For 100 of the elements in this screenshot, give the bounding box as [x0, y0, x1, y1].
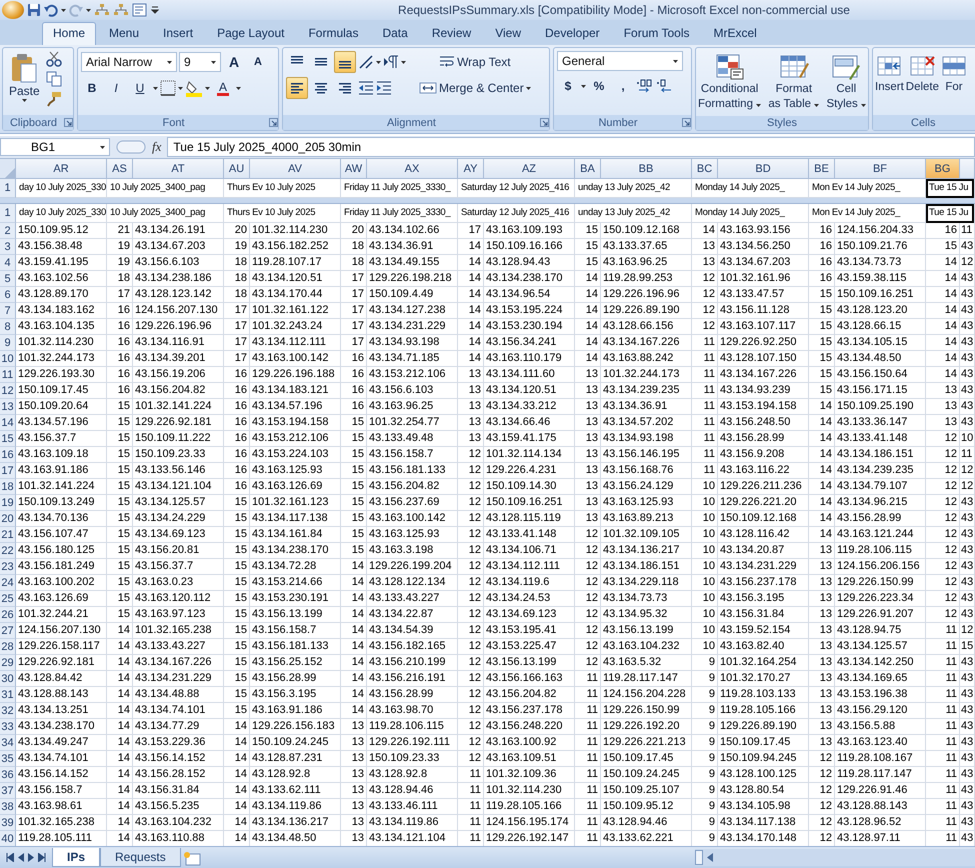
column-header[interactable]: BA: [575, 159, 601, 179]
text-direction-icon[interactable]: [383, 54, 399, 70]
row-header[interactable]: 32: [0, 703, 16, 719]
font-size-field[interactable]: 9: [179, 52, 221, 72]
cut-icon[interactable]: [46, 51, 62, 67]
customize-icon[interactable]: [151, 6, 159, 14]
hierarchy-icon[interactable]: [113, 3, 129, 17]
row-header[interactable]: 34: [0, 735, 16, 751]
ribbon-tab[interactable]: Page Layout: [206, 22, 296, 45]
row-header[interactable]: 11: [0, 367, 16, 383]
vertical-align-button[interactable]: [334, 51, 356, 73]
first-sheet-icon[interactable]: [6, 853, 14, 862]
last-sheet-icon[interactable]: [38, 853, 46, 862]
ribbon-tab[interactable]: Review: [420, 22, 482, 45]
ribbon-tab[interactable]: Data: [371, 22, 419, 45]
caret-icon[interactable]: [211, 60, 216, 64]
insert-function-button[interactable]: fx: [152, 139, 162, 155]
row-header[interactable]: 14: [0, 415, 16, 431]
ribbon-tab[interactable]: Home: [42, 22, 96, 45]
increase-indent-icon[interactable]: [376, 80, 392, 96]
column-header[interactable]: AX: [367, 159, 458, 179]
styles-button[interactable]: Format as Table: [767, 51, 820, 113]
caret-icon[interactable]: [100, 146, 105, 148]
comma-button[interactable]: ,: [612, 75, 634, 97]
column-header[interactable]: BB: [601, 159, 692, 179]
fill-color-icon[interactable]: [185, 79, 203, 97]
row-header[interactable]: 23: [0, 559, 16, 575]
row-header[interactable]: 28: [0, 639, 16, 655]
cells-button[interactable]: Insert: [874, 51, 905, 96]
sheet-tab[interactable]: IPs: [52, 848, 100, 867]
row-header[interactable]: 16: [0, 447, 16, 463]
row-header[interactable]: 10: [0, 351, 16, 367]
copy-icon[interactable]: [46, 71, 62, 87]
column-header[interactable]: AW: [341, 159, 367, 179]
caret-icon[interactable]: [167, 60, 172, 64]
caret-icon[interactable]: [526, 86, 531, 90]
caret-icon[interactable]: [153, 86, 158, 90]
ribbon-tab[interactable]: Developer: [534, 22, 611, 45]
previous-sheet-icon[interactable]: [18, 853, 24, 862]
ribbon-tab[interactable]: Forum Tools: [612, 22, 700, 45]
row-header[interactable]: 12: [0, 383, 16, 399]
row-header[interactable]: 9: [0, 335, 16, 351]
grow-font-button[interactable]: A: [223, 51, 245, 73]
row-header[interactable]: 20: [0, 511, 16, 527]
increase-decimal-icon[interactable]: [636, 78, 654, 94]
column-header[interactable]: BE: [809, 159, 835, 179]
caret-icon[interactable]: [756, 104, 762, 107]
ribbon-tab[interactable]: Insert: [152, 22, 204, 45]
caret-icon[interactable]: [376, 60, 381, 64]
caret-icon[interactable]: [673, 60, 678, 62]
currency-button[interactable]: $: [557, 75, 579, 97]
column-header[interactable]: BF: [835, 159, 926, 179]
font-name-field[interactable]: Arial Narrow: [81, 52, 177, 72]
number-format-field[interactable]: General: [557, 51, 683, 71]
row-header[interactable]: 4: [0, 255, 16, 271]
caret-icon[interactable]: [814, 104, 820, 107]
dialog-launcher-icon[interactable]: [540, 118, 549, 127]
row-header[interactable]: 3: [0, 239, 16, 255]
row-header[interactable]: 36: [0, 767, 16, 783]
paste-button[interactable]: Paste: [6, 51, 43, 104]
sheet-tab[interactable]: Requests: [100, 848, 181, 867]
row-header[interactable]: 21: [0, 527, 16, 543]
ribbon-tab[interactable]: Menu: [98, 22, 150, 45]
caret-icon[interactable]: [61, 8, 66, 12]
horizontal-align-button[interactable]: [286, 77, 308, 99]
form-icon[interactable]: [132, 3, 148, 17]
wrap-text-button[interactable]: Wrap Text: [415, 51, 535, 73]
caret-icon[interactable]: [581, 84, 586, 88]
font-color-button[interactable]: A: [212, 77, 234, 99]
row-header[interactable]: 26: [0, 607, 16, 623]
ribbon-tab[interactable]: MrExcel: [702, 22, 768, 45]
caret-icon[interactable]: [178, 86, 183, 90]
dialog-launcher-icon[interactable]: [64, 118, 73, 127]
column-header[interactable]: BD: [718, 159, 809, 179]
row-header[interactable]: 33: [0, 719, 16, 735]
caret-icon[interactable]: [86, 8, 91, 12]
merge-center-button[interactable]: Merge & Center: [415, 77, 535, 99]
row-header[interactable]: 1: [0, 179, 16, 198]
row-header[interactable]: 15: [0, 431, 16, 447]
caret-icon[interactable]: [401, 60, 406, 64]
column-header[interactable]: BG: [926, 159, 960, 179]
decrease-indent-icon[interactable]: [358, 80, 374, 96]
row-header[interactable]: 6: [0, 287, 16, 303]
row-header[interactable]: 39: [0, 815, 16, 831]
dialog-launcher-icon[interactable]: [269, 118, 278, 127]
percent-button[interactable]: %: [588, 75, 610, 97]
row-header[interactable]: 5: [0, 271, 16, 287]
styles-button[interactable]: Cell Styles: [825, 51, 867, 113]
styles-button[interactable]: Conditional Formatting: [697, 51, 762, 113]
row-header[interactable]: 7: [0, 303, 16, 319]
underline-button[interactable]: U: [129, 77, 151, 99]
row-header[interactable]: 13: [0, 399, 16, 415]
orientation-icon[interactable]: [358, 54, 374, 70]
column-header[interactable]: AU: [224, 159, 250, 179]
column-header[interactable]: AR: [16, 159, 107, 179]
row-header[interactable]: 35: [0, 751, 16, 767]
row-header[interactable]: 24: [0, 575, 16, 591]
row-header[interactable]: 18: [0, 479, 16, 495]
row-header[interactable]: 2: [0, 223, 16, 239]
row-header[interactable]: 8: [0, 319, 16, 335]
